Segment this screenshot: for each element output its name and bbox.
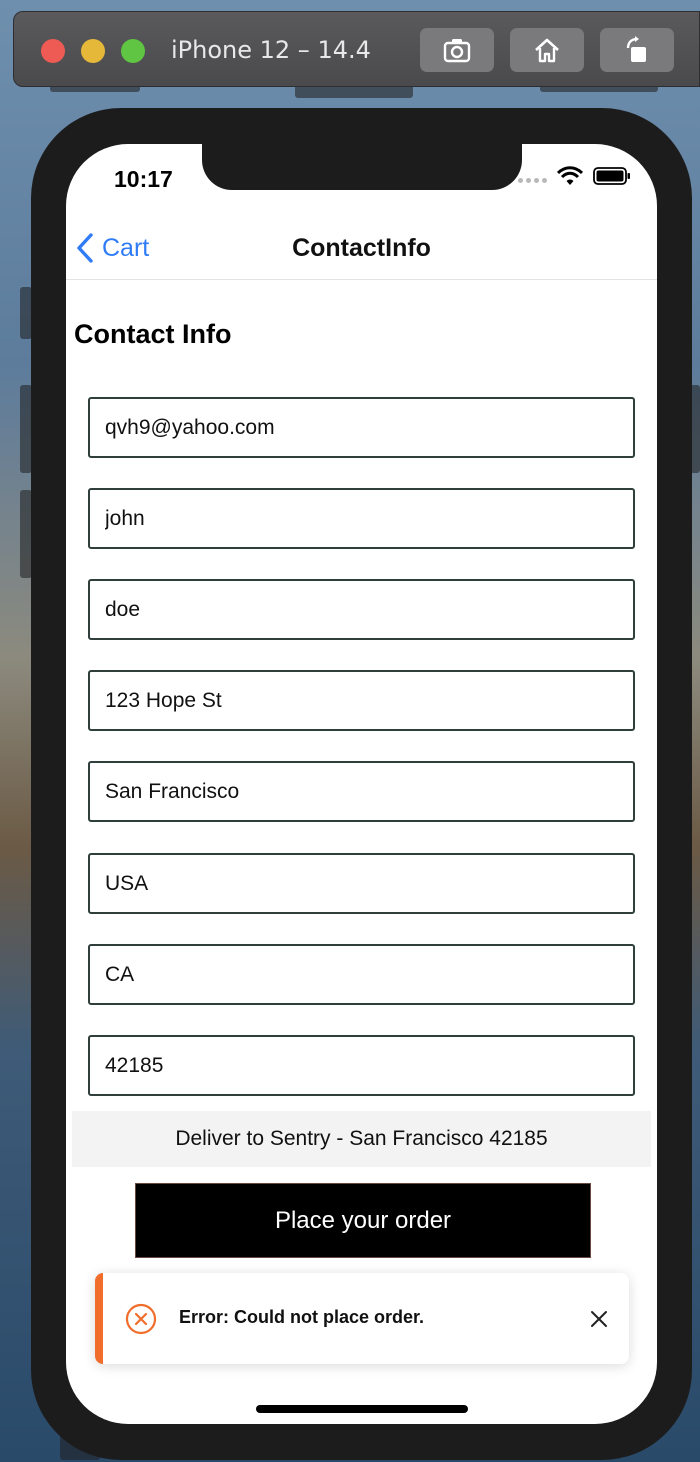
rotate-icon <box>626 36 646 62</box>
battery-icon <box>593 167 630 185</box>
city-field[interactable] <box>88 761 635 822</box>
simulator-title-bar: iPhone 12 – 14.4 <box>13 11 700 87</box>
home-indicator <box>256 1405 468 1413</box>
screenshot-icon <box>443 39 471 63</box>
minimize-window-button[interactable] <box>81 39 105 63</box>
error-toast: Error: Could not place order. <box>95 1273 629 1364</box>
close-window-button[interactable] <box>41 39 65 63</box>
zoom-window-button[interactable] <box>121 39 145 63</box>
simulator-title: iPhone 12 – 14.4 <box>171 36 371 64</box>
zip-field[interactable] <box>88 1035 635 1096</box>
state-field[interactable] <box>88 944 635 1005</box>
navigation-bar: Cart ContactInfo <box>66 224 657 280</box>
address-field[interactable] <box>88 670 635 731</box>
country-field[interactable] <box>88 853 635 914</box>
first-name-field[interactable] <box>88 488 635 549</box>
home-button[interactable] <box>510 28 584 72</box>
error-circle-icon <box>125 1303 157 1335</box>
phone-screen: 10:17 Cart ContactInfo Contact Info qvh9… <box>66 144 657 1424</box>
email-field[interactable] <box>88 397 635 458</box>
notch <box>202 144 522 190</box>
wifi-icon <box>557 166 583 185</box>
status-time: 10:17 <box>114 166 173 192</box>
delivery-summary: Deliver to Sentry - San Francisco 42185 <box>72 1111 651 1167</box>
screenshot-button[interactable] <box>420 28 494 72</box>
cellular-signal-icon <box>518 177 547 183</box>
toast-message: Error: Could not place order. <box>179 1307 425 1327</box>
status-icons <box>518 166 631 186</box>
nav-title: ContactInfo <box>292 234 431 262</box>
rotate-button[interactable] <box>600 28 674 72</box>
close-icon[interactable] <box>589 1309 609 1329</box>
place-order-button[interactable]: Place your order <box>135 1183 591 1258</box>
home-icon <box>535 38 559 63</box>
page-heading: Contact Info <box>74 319 232 349</box>
last-name-field[interactable] <box>88 579 635 640</box>
